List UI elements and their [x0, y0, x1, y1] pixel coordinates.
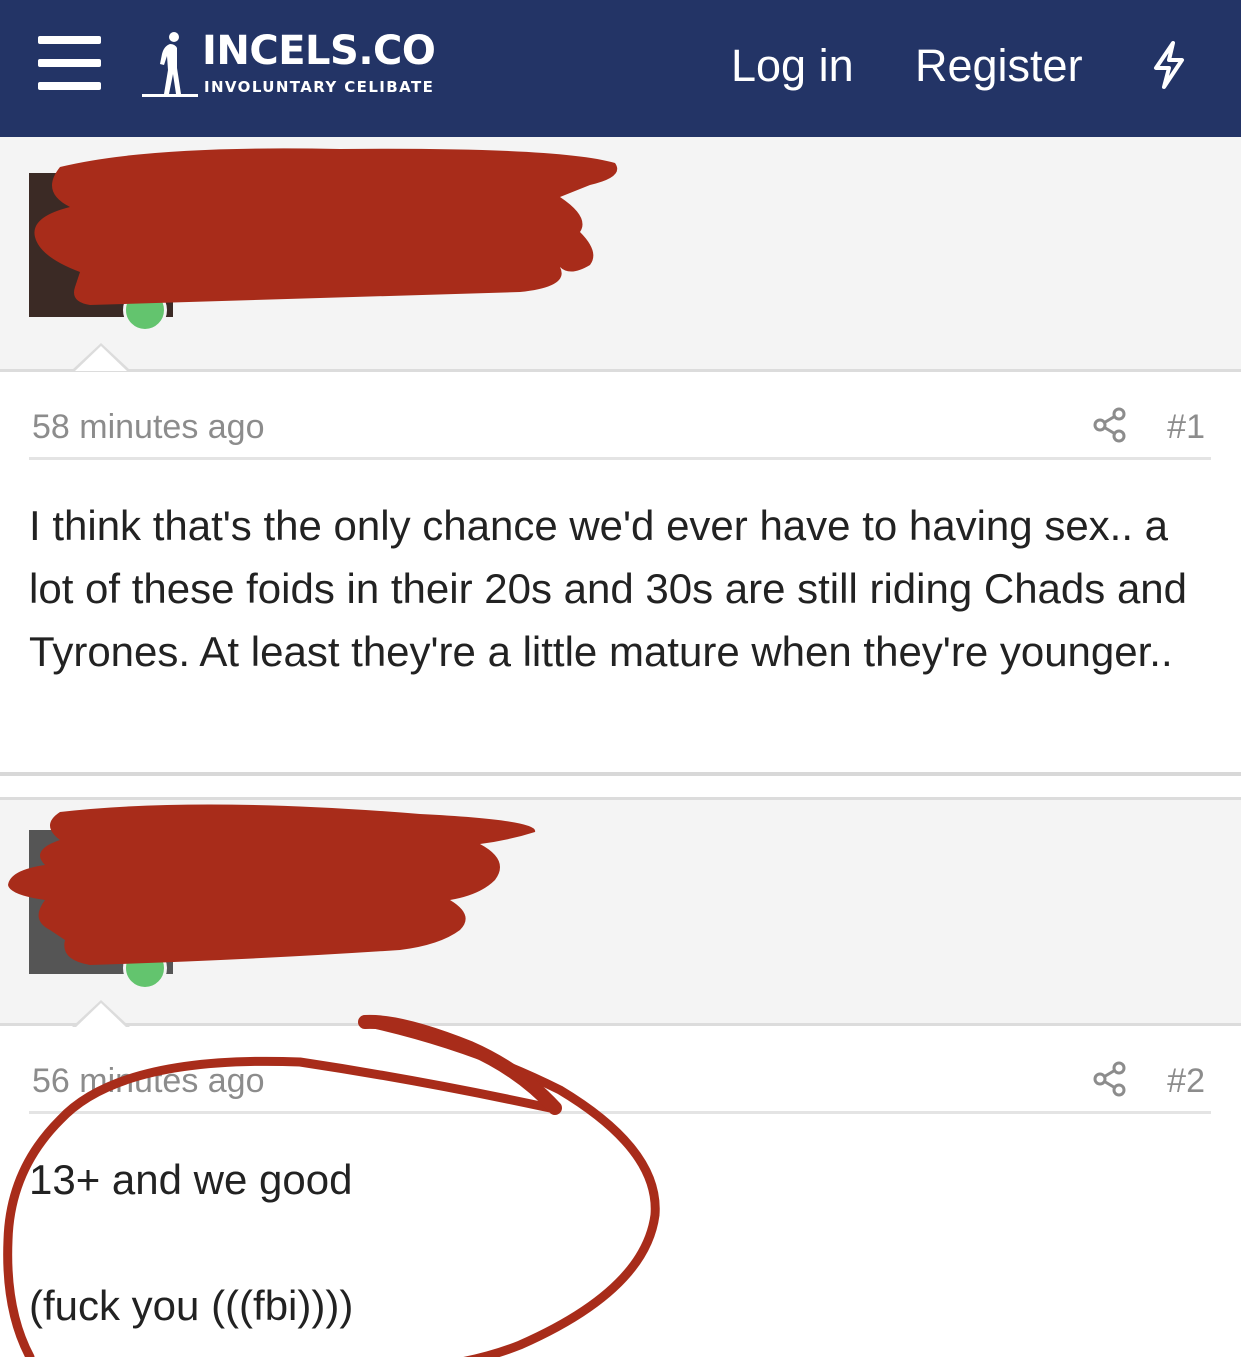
post-text-line: (fuck you (((fbi)))) [29, 1282, 354, 1329]
post-meta: 58 minutes ago #1 [29, 402, 1211, 460]
post-user-area [0, 797, 1241, 1028]
site-logo[interactable]: INCELS.CO INVOLUNTARY CELIBATE [142, 28, 462, 100]
forum-thread-page: INCELS.CO INVOLUNTARY CELIBATE Log in Re… [0, 0, 1241, 1357]
post-meta: 56 minutes ago #2 [29, 1056, 1211, 1114]
post-number-link[interactable]: #2 [1167, 1062, 1205, 1101]
logo-subtitle: INVOLUNTARY CELIBATE [204, 78, 435, 96]
post-pointer [72, 1000, 130, 1028]
post-body: 13+ and we good (fuck you (((fbi)))) [29, 1148, 1209, 1357]
share-icon[interactable] [1091, 1060, 1129, 1098]
redaction-scribble [8, 804, 536, 965]
hamburger-menu-icon[interactable] [38, 36, 101, 90]
redaction-scribble [34, 148, 618, 305]
post-number-link[interactable]: #1 [1167, 408, 1205, 447]
post-timestamp[interactable]: 58 minutes ago [32, 408, 265, 447]
post-timestamp[interactable]: 56 minutes ago [32, 1062, 265, 1101]
post-user-area [0, 137, 1241, 372]
post-divider [0, 772, 1241, 776]
lightning-bolt-icon[interactable] [1148, 40, 1190, 90]
post-body: I think that's the only chance we'd ever… [29, 494, 1209, 683]
register-link[interactable]: Register [915, 40, 1083, 92]
logo-title: INCELS.CO [202, 28, 436, 74]
post-pointer [72, 343, 130, 371]
post-text-line: 13+ and we good [29, 1156, 353, 1203]
logo-figure-icon [142, 32, 198, 97]
site-header: INCELS.CO INVOLUNTARY CELIBATE Log in Re… [0, 0, 1241, 137]
post-text: I think that's the only chance we'd ever… [29, 502, 1188, 675]
login-link[interactable]: Log in [731, 40, 854, 92]
share-icon[interactable] [1091, 406, 1129, 444]
